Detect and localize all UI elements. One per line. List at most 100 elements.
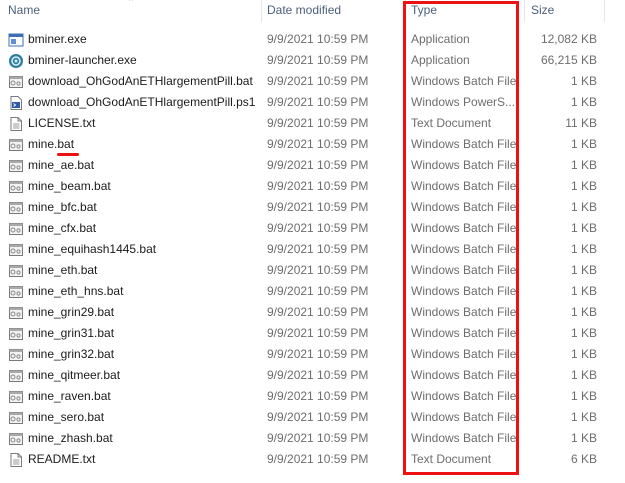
batch-icon xyxy=(8,137,24,153)
column-divider[interactable] xyxy=(524,0,525,22)
file-type: Windows Batch File xyxy=(411,137,517,151)
file-name: mine_eth_hns.bat xyxy=(28,284,124,298)
file-row[interactable]: mine_raven.bat 9/9/2021 10:59 PM Windows B… xyxy=(0,387,625,408)
file-size: 1 KB xyxy=(570,431,597,445)
file-type: Text Document xyxy=(411,116,492,130)
file-type: Windows Batch File xyxy=(411,410,517,424)
file-size: 66,215 KB xyxy=(540,53,597,67)
file-row[interactable]: download_OhGodAnETHlargementPill.bat 9/9/… xyxy=(0,72,625,93)
batch-icon xyxy=(8,389,24,405)
batch-icon xyxy=(8,74,24,90)
file-type: Windows Batch File xyxy=(411,368,517,382)
file-size: 1 KB xyxy=(570,137,597,151)
file-type: Windows Batch File xyxy=(411,305,517,319)
file-date-modified: 9/9/2021 10:59 PM xyxy=(267,137,369,151)
file-type: Windows Batch File xyxy=(411,263,517,277)
batch-icon xyxy=(8,221,24,237)
file-row[interactable]: mine_grin32.bat 9/9/2021 10:59 PM Windows … xyxy=(0,345,625,366)
file-date-modified: 9/9/2021 10:59 PM xyxy=(267,200,369,214)
file-row[interactable]: mine_grin31.bat 9/9/2021 10:59 PM Windows … xyxy=(0,324,625,345)
file-type: Windows Batch File xyxy=(411,284,517,298)
batch-icon xyxy=(8,305,24,321)
file-date-modified: 9/9/2021 10:59 PM xyxy=(267,452,369,466)
file-name: bminer.exe xyxy=(28,32,87,46)
powershell-icon xyxy=(8,95,24,111)
file-date-modified: 9/9/2021 10:59 PM xyxy=(267,305,369,319)
file-name: bminer-launcher.exe xyxy=(28,53,137,67)
column-header-bar: Name ⌃ Date modified Type Size xyxy=(0,0,625,22)
file-row[interactable]: mine_grin29.bat 9/9/2021 10:59 PM Windows … xyxy=(0,303,625,324)
file-name: mine_sero.bat xyxy=(28,410,105,424)
file-type: Windows Batch File xyxy=(411,389,517,403)
file-row[interactable]: mine_ae.bat 9/9/2021 10:59 PM Windows Batc… xyxy=(0,156,625,177)
file-type: Windows Batch File xyxy=(411,242,517,256)
file-name: download_OhGodAnETHlargementPill.ps1 xyxy=(28,95,256,109)
file-name: mine_raven.bat xyxy=(28,389,111,403)
file-size: 1 KB xyxy=(570,179,597,193)
file-name: README.txt xyxy=(28,452,96,466)
file-type: Windows Batch File xyxy=(411,200,517,214)
file-size: 1 KB xyxy=(570,263,597,277)
file-size: 1 KB xyxy=(570,347,597,361)
file-date-modified: 9/9/2021 10:59 PM xyxy=(267,389,369,403)
column-header-name[interactable]: Name xyxy=(8,3,40,17)
file-name: mine_equihash1445.bat xyxy=(28,242,157,256)
file-row[interactable]: download_OhGodAnETHlargementPill.ps1 9/9/… xyxy=(0,93,625,114)
sort-ascending-icon: ⌃ xyxy=(127,0,135,7)
file-date-modified: 9/9/2021 10:59 PM xyxy=(267,347,369,361)
file-name: mine.bat xyxy=(28,137,75,151)
file-row[interactable]: mine_eth_hns.bat 9/9/2021 10:59 PM Windows… xyxy=(0,282,625,303)
batch-icon xyxy=(8,200,24,216)
column-divider[interactable] xyxy=(261,0,262,22)
file-name: mine_grin31.bat xyxy=(28,326,115,340)
file-row[interactable]: mine_equihash1445.bat 9/9/2021 10:59 PM Wi… xyxy=(0,240,625,261)
file-size: 1 KB xyxy=(570,95,597,109)
file-row[interactable]: mine_sero.bat 9/9/2021 10:59 PM Windows Ba… xyxy=(0,408,625,429)
file-size: 1 KB xyxy=(570,305,597,319)
file-row[interactable]: mine_qitmeer.bat 9/9/2021 10:59 PM Windows… xyxy=(0,366,625,387)
file-row[interactable]: LICENSE.txt 9/9/2021 10:59 PM Text Documen… xyxy=(0,114,625,135)
file-size: 1 KB xyxy=(570,284,597,298)
file-row[interactable]: README.txt 9/9/2021 10:59 PM Text Document… xyxy=(0,450,625,471)
column-header-date-modified[interactable]: Date modified xyxy=(267,3,341,17)
exe-icon xyxy=(8,32,24,48)
file-name: mine_eth.bat xyxy=(28,263,98,277)
file-row[interactable]: bminer-launcher.exe 9/9/2021 10:59 PM Appl… xyxy=(0,51,625,72)
file-type: Windows Batch File xyxy=(411,221,517,235)
file-row[interactable]: mine_bfc.bat 9/9/2021 10:59 PM Windows Bat… xyxy=(0,198,625,219)
file-size: 1 KB xyxy=(570,74,597,88)
file-date-modified: 9/9/2021 10:59 PM xyxy=(267,263,369,277)
file-size: 1 KB xyxy=(570,158,597,172)
file-date-modified: 9/9/2021 10:59 PM xyxy=(267,410,369,424)
column-header-size[interactable]: Size xyxy=(531,3,554,17)
file-name: mine_grin32.bat xyxy=(28,347,115,361)
file-date-modified: 9/9/2021 10:59 PM xyxy=(267,116,369,130)
column-divider[interactable] xyxy=(604,0,605,22)
file-row[interactable]: mine_zhash.bat 9/9/2021 10:59 PM Windows B… xyxy=(0,429,625,450)
file-row[interactable]: bminer.exe 9/9/2021 10:59 PM Application 12… xyxy=(0,30,625,51)
text-file-icon xyxy=(8,116,24,132)
file-size: 1 KB xyxy=(570,326,597,340)
file-size: 1 KB xyxy=(570,410,597,424)
file-row[interactable]: mine.bat 9/9/2021 10:59 PM Windows Batch F… xyxy=(0,135,625,156)
file-row[interactable]: mine_beam.bat 9/9/2021 10:59 PM Windows Ba… xyxy=(0,177,625,198)
column-header-type[interactable]: Type xyxy=(411,3,437,17)
file-row[interactable]: mine_eth.bat 9/9/2021 10:59 PM Windows Bat… xyxy=(0,261,625,282)
file-type: Application xyxy=(411,32,470,46)
text-file-icon xyxy=(8,452,24,468)
file-name: mine_qitmeer.bat xyxy=(28,368,121,382)
file-type: Application xyxy=(411,53,470,67)
file-name: LICENSE.txt xyxy=(28,116,96,130)
file-type: Windows PowerS... xyxy=(411,95,516,109)
file-size: 1 KB xyxy=(570,389,597,403)
file-name: mine_cfx.bat xyxy=(28,221,97,235)
file-date-modified: 9/9/2021 10:59 PM xyxy=(267,32,369,46)
file-date-modified: 9/9/2021 10:59 PM xyxy=(267,368,369,382)
column-divider[interactable] xyxy=(405,0,406,22)
batch-icon xyxy=(8,326,24,342)
file-date-modified: 9/9/2021 10:59 PM xyxy=(267,326,369,340)
batch-icon xyxy=(8,158,24,174)
file-type: Windows Batch File xyxy=(411,74,517,88)
file-row[interactable]: mine_cfx.bat 9/9/2021 10:59 PM Windows Bat… xyxy=(0,219,625,240)
file-size: 11 KB xyxy=(565,116,597,130)
